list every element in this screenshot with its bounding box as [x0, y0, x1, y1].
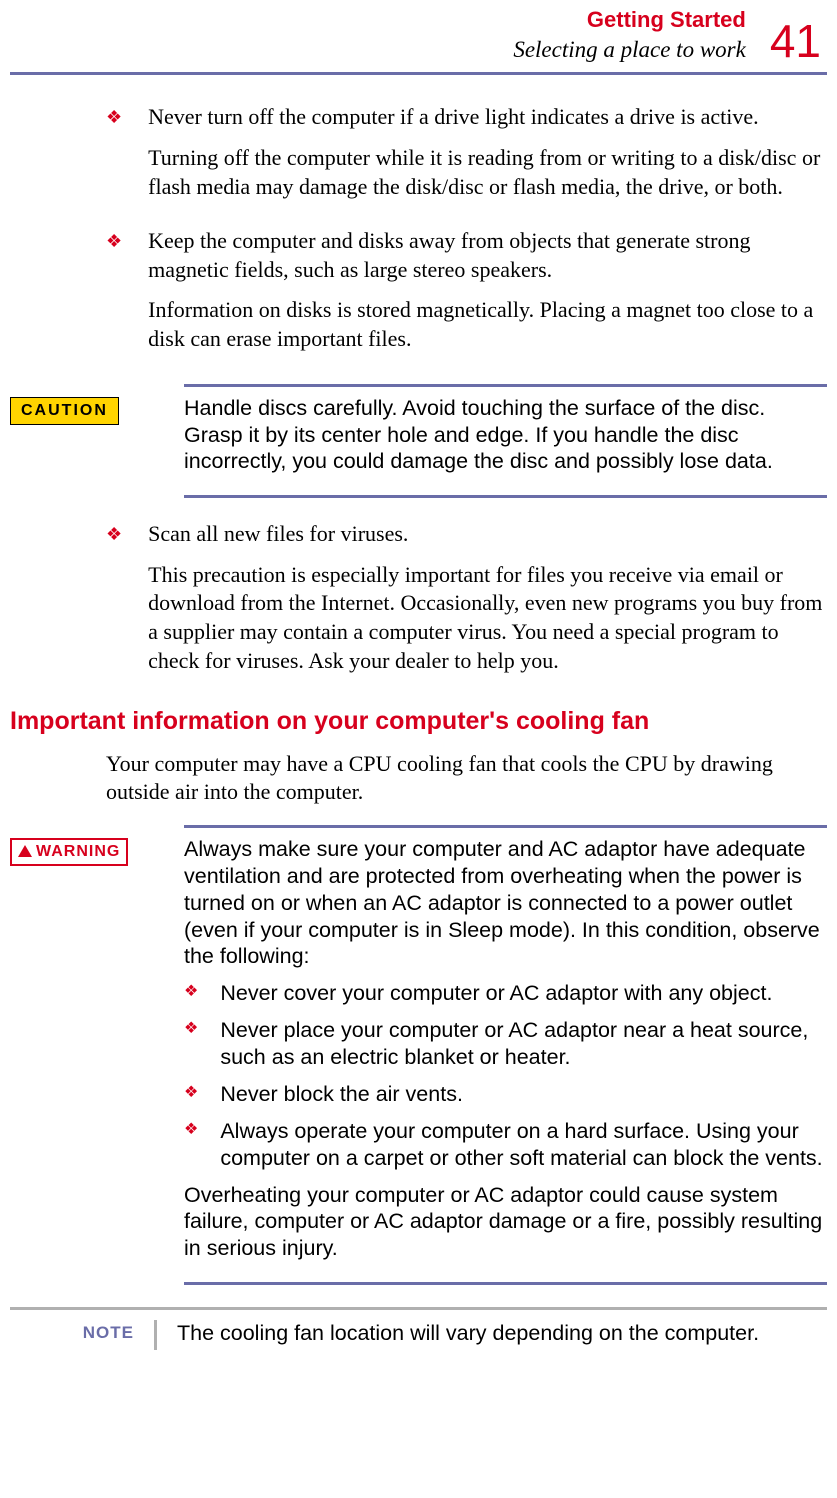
warning-tail: Overheating your computer or AC adaptor … — [184, 1182, 827, 1263]
list-item: ❖ Always operate your computer on a hard … — [184, 1118, 827, 1172]
warning-lead: Always make sure your computer and AC ad… — [184, 836, 827, 970]
page-number: 41 — [770, 18, 821, 64]
diamond-icon: ❖ — [106, 103, 122, 132]
warning-callout: WARNING Always make sure your computer a… — [10, 825, 827, 1285]
section-heading: Important information on your computer's… — [10, 705, 827, 738]
header-text-block: Getting Started Selecting a place to wor… — [513, 6, 746, 64]
caution-callout: CAUTION Handle discs carefully. Avoid to… — [10, 384, 827, 499]
list-item: ❖ Never cover your computer or AC adaptor… — [184, 980, 827, 1007]
warning-label-text: WARNING — [36, 843, 120, 860]
note-label: NOTE — [10, 1320, 134, 1344]
callout-rule-top — [184, 825, 827, 828]
bullet-follow: Turning off the computer while it is rea… — [148, 144, 827, 201]
bullet-lead: Keep the computer and disks away from ob… — [148, 227, 827, 284]
list-item: ❖ Keep the computer and disks away from … — [106, 227, 827, 365]
warning-label: WARNING — [10, 838, 128, 866]
callout-rule-bottom — [184, 1282, 827, 1285]
warning-triangle-icon — [18, 845, 32, 857]
diamond-icon: ❖ — [106, 520, 122, 549]
diamond-icon: ❖ — [106, 227, 122, 256]
caution-label-box: CAUTION — [10, 395, 166, 425]
warning-item: Never cover your computer or AC adaptor … — [220, 980, 772, 1007]
diamond-icon: ❖ — [184, 980, 198, 1007]
bullet-follow: Information on disks is stored magnetica… — [148, 296, 827, 353]
intro-paragraph: Your computer may have a CPU cooling fan… — [106, 750, 827, 807]
bullet-lead: Never turn off the computer if a drive l… — [148, 103, 827, 132]
list-item: ❖ Never block the air vents. — [184, 1081, 827, 1108]
page-header: Getting Started Selecting a place to wor… — [10, 6, 827, 64]
caution-text: Handle discs carefully. Avoid touching t… — [184, 395, 827, 476]
diamond-icon: ❖ — [184, 1017, 198, 1071]
bullet-list-1: ❖ Never turn off the computer if a drive… — [106, 103, 827, 365]
callout-rule-top — [184, 384, 827, 387]
bullet-list-2: ❖ Scan all new files for viruses. This p… — [106, 520, 827, 687]
list-item: ❖ Never turn off the computer if a drive… — [106, 103, 827, 213]
list-item: ❖ Scan all new files for viruses. This p… — [106, 520, 827, 687]
warning-item: Never place your computer or AC adaptor … — [220, 1017, 827, 1071]
note-divider — [154, 1320, 157, 1350]
note-rule-top — [10, 1307, 827, 1310]
callout-rule-bottom — [184, 495, 827, 498]
note-callout: NOTE The cooling fan location will vary … — [10, 1320, 827, 1350]
list-item: ❖ Never place your computer or AC adaptor… — [184, 1017, 827, 1071]
bullet-follow: This precaution is especially important … — [148, 561, 827, 675]
caution-label: CAUTION — [10, 397, 119, 425]
header-rule — [10, 72, 827, 75]
bullet-lead: Scan all new files for viruses. — [148, 520, 827, 549]
warning-label-box: WARNING — [10, 836, 166, 866]
warning-item: Always operate your computer on a hard s… — [220, 1118, 827, 1172]
chapter-title: Getting Started — [513, 6, 746, 35]
note-text: The cooling fan location will vary depen… — [177, 1320, 759, 1348]
warning-item: Never block the air vents. — [220, 1081, 463, 1108]
diamond-icon: ❖ — [184, 1081, 198, 1108]
diamond-icon: ❖ — [184, 1118, 198, 1172]
warning-item-list: ❖ Never cover your computer or AC adaptor… — [184, 980, 827, 1171]
section-title: Selecting a place to work — [513, 35, 746, 65]
